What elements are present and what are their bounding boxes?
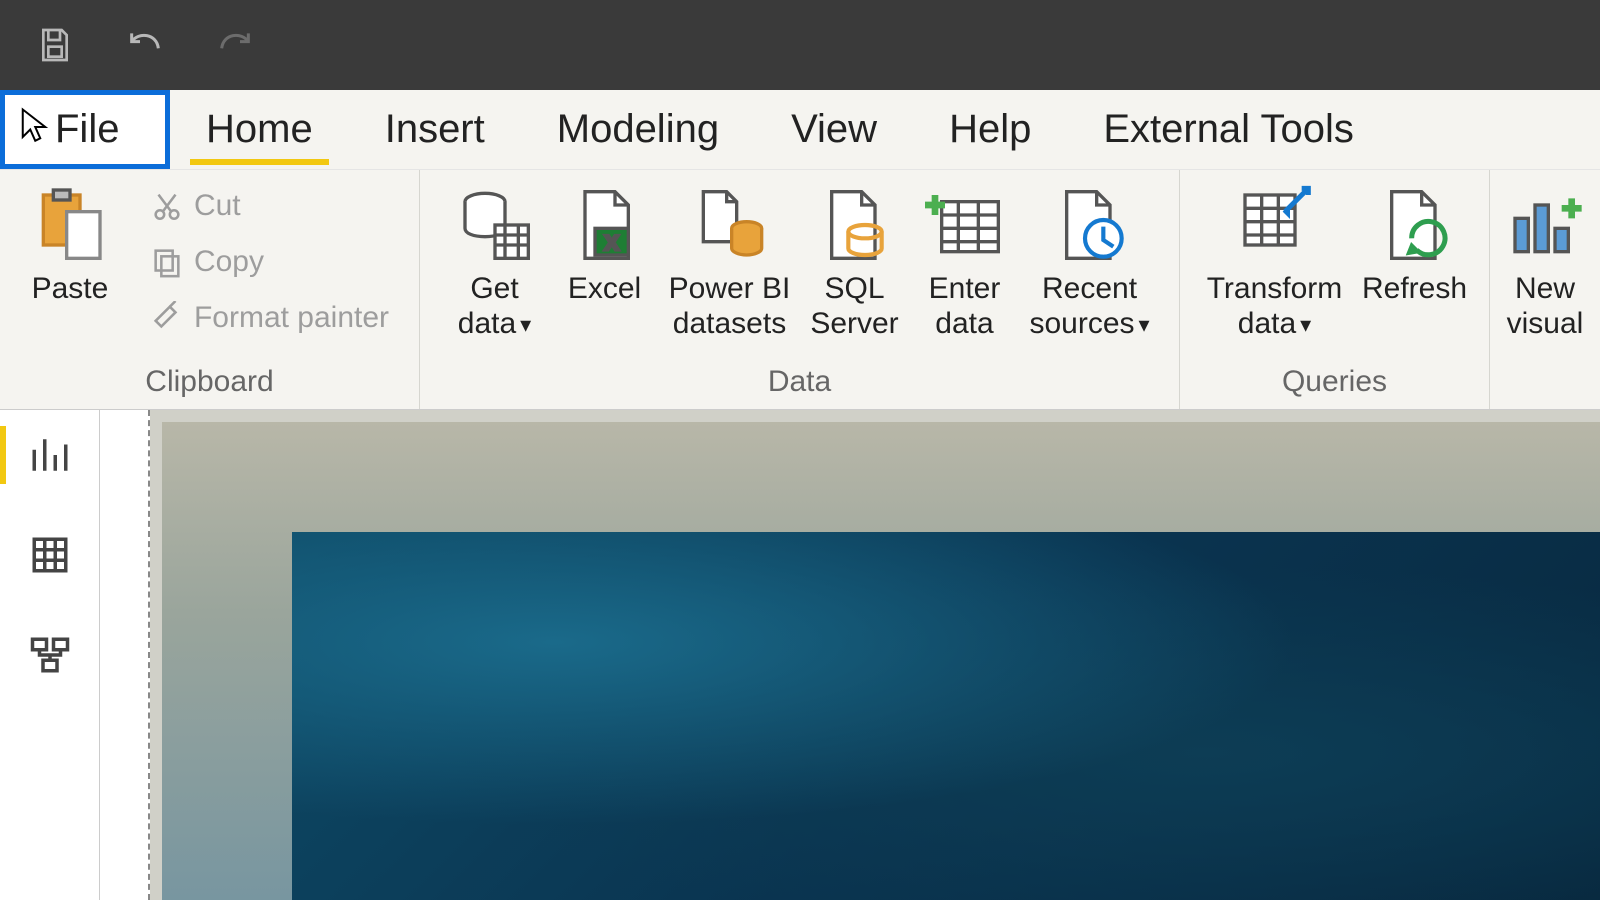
- group-clipboard: Paste Cut Copy: [0, 170, 420, 409]
- tab-insert[interactable]: Insert: [349, 90, 521, 169]
- paste-icon: [30, 184, 110, 266]
- tab-modeling[interactable]: Modeling: [521, 90, 755, 169]
- chevron-down-icon: ▾: [1300, 312, 1311, 337]
- new-visual-icon: [1505, 184, 1585, 266]
- transform-data-button[interactable]: Transform data▾: [1195, 178, 1355, 341]
- quick-access-toolbar: [0, 0, 1600, 90]
- sql-server-label: SQL Server: [800, 272, 910, 341]
- group-queries: Transform data▾ Refresh Queries: [1180, 170, 1490, 409]
- redo-icon[interactable]: [210, 20, 260, 70]
- data-view-button[interactable]: [25, 530, 75, 580]
- cursor-icon: [19, 107, 49, 152]
- canvas-area[interactable]: [150, 410, 1600, 900]
- tab-view[interactable]: View: [755, 90, 913, 169]
- copy-icon: [150, 245, 184, 279]
- get-data-label: Get data▾: [440, 272, 550, 341]
- refresh-icon: [1375, 184, 1455, 266]
- recent-sources-button[interactable]: Recent sources▾: [1020, 178, 1160, 341]
- transform-data-icon: [1235, 184, 1315, 266]
- tab-help[interactable]: Help: [913, 90, 1067, 169]
- report-view-button[interactable]: [25, 430, 75, 480]
- ruler-edge: [100, 410, 150, 900]
- chevron-down-icon: ▾: [1139, 312, 1150, 337]
- group-label-data: Data: [768, 365, 831, 405]
- model-view-button[interactable]: [25, 630, 75, 680]
- group-data: Get data▾ X Excel: [420, 170, 1180, 409]
- new-visual-button[interactable]: New visual: [1490, 178, 1600, 341]
- svg-text:X: X: [604, 230, 619, 255]
- powerbi-datasets-button[interactable]: Power BI datasets: [660, 178, 800, 341]
- view-rail: [0, 410, 100, 900]
- powerbi-datasets-icon: [690, 184, 770, 266]
- excel-icon: X: [565, 184, 645, 266]
- active-view-marker: [0, 426, 6, 484]
- save-icon[interactable]: [30, 20, 80, 70]
- excel-button[interactable]: X Excel: [550, 178, 660, 307]
- format-painter-button: Format painter: [140, 290, 399, 346]
- copy-button: Copy: [140, 234, 399, 290]
- group-insert-partial: New visual: [1490, 170, 1600, 409]
- format-painter-icon: [150, 301, 184, 335]
- sql-server-icon: [815, 184, 895, 266]
- group-label-clipboard: Clipboard: [145, 365, 273, 405]
- transform-data-label: Transform data▾: [1195, 272, 1355, 341]
- workspace: [0, 410, 1600, 900]
- refresh-button[interactable]: Refresh: [1355, 178, 1475, 307]
- cut-icon: [150, 189, 184, 223]
- recent-sources-icon: [1050, 184, 1130, 266]
- paste-button[interactable]: Paste: [20, 178, 120, 307]
- recent-sources-label: Recent sources▾: [1020, 272, 1160, 341]
- file-tab[interactable]: File: [0, 90, 170, 169]
- enter-data-button[interactable]: Enter data: [910, 178, 1020, 341]
- data-view-icon: [29, 534, 71, 576]
- get-data-icon: [455, 184, 535, 266]
- chevron-down-icon: ▾: [520, 312, 531, 337]
- tab-external-tools[interactable]: External Tools: [1067, 90, 1390, 169]
- enter-data-icon: [925, 184, 1005, 266]
- get-data-button[interactable]: Get data▾: [440, 178, 550, 341]
- refresh-label: Refresh: [1362, 272, 1467, 307]
- new-visual-label: New visual: [1490, 272, 1600, 341]
- model-view-icon: [29, 634, 71, 676]
- enter-data-label: Enter data: [910, 272, 1020, 341]
- cut-button: Cut: [140, 178, 399, 234]
- powerbi-datasets-label: Power BI datasets: [660, 272, 800, 341]
- undo-icon[interactable]: [120, 20, 170, 70]
- ribbon-tabs: File Home Insert Modeling View Help Exte…: [0, 90, 1600, 170]
- ribbon: Paste Cut Copy: [0, 170, 1600, 410]
- canvas-image: [292, 532, 1600, 900]
- sql-server-button[interactable]: SQL Server: [800, 178, 910, 341]
- excel-label: Excel: [568, 272, 641, 307]
- canvas-background: [162, 422, 1600, 900]
- file-tab-label: File: [55, 107, 119, 152]
- paste-label: Paste: [32, 272, 109, 307]
- tab-home[interactable]: Home: [170, 90, 349, 169]
- group-label-queries: Queries: [1282, 365, 1387, 405]
- report-view-icon: [29, 434, 71, 476]
